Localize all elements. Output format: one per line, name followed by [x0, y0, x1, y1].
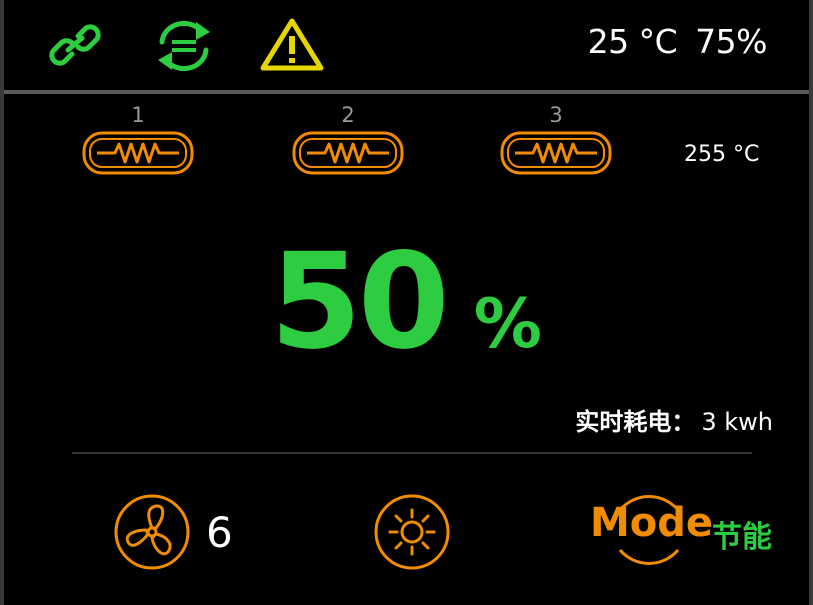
power-label: 实时耗电： — [575, 408, 696, 436]
status-bar: 25 °C 75% — [4, 0, 809, 90]
fan-icon[interactable] — [112, 492, 192, 572]
ambient-temperature: 25 °C — [587, 22, 678, 61]
heater-icon — [500, 131, 612, 175]
frame-right-border — [809, 0, 813, 605]
main-value: 50 — [270, 225, 450, 379]
top-divider — [4, 90, 809, 94]
heater-3-label: 3 — [549, 103, 563, 127]
heater-icon — [82, 131, 194, 175]
ambient-humidity: 75% — [695, 22, 767, 61]
power-value: 3 kwh — [701, 408, 773, 436]
heater-icon — [292, 131, 404, 175]
heater-3[interactable]: 3 — [496, 96, 616, 186]
warning-icon[interactable] — [258, 16, 326, 72]
mode-label: Mode — [590, 500, 714, 546]
heater-2-label: 2 — [341, 103, 355, 127]
mid-divider — [72, 452, 752, 454]
mode-button[interactable]: Mode 节能 — [588, 488, 788, 568]
sync-icon[interactable] — [152, 18, 216, 74]
heater-1-label: 1 — [131, 103, 145, 127]
environment-readout: 25 °C 75% — [587, 22, 768, 61]
link-icon[interactable] — [46, 18, 106, 72]
main-percentage: 50% — [270, 232, 542, 372]
power-consumption: 实时耗电： 3 kwh — [575, 402, 773, 437]
heater-2[interactable]: 2 — [288, 96, 408, 186]
sun-icon[interactable] — [372, 492, 452, 572]
heater-temperature: 255 °C — [684, 142, 760, 167]
heater-1[interactable]: 1 — [78, 96, 198, 186]
fan-speed-value: 6 — [206, 508, 233, 557]
mode-value: 节能 — [712, 520, 772, 555]
main-unit: % — [473, 285, 542, 364]
